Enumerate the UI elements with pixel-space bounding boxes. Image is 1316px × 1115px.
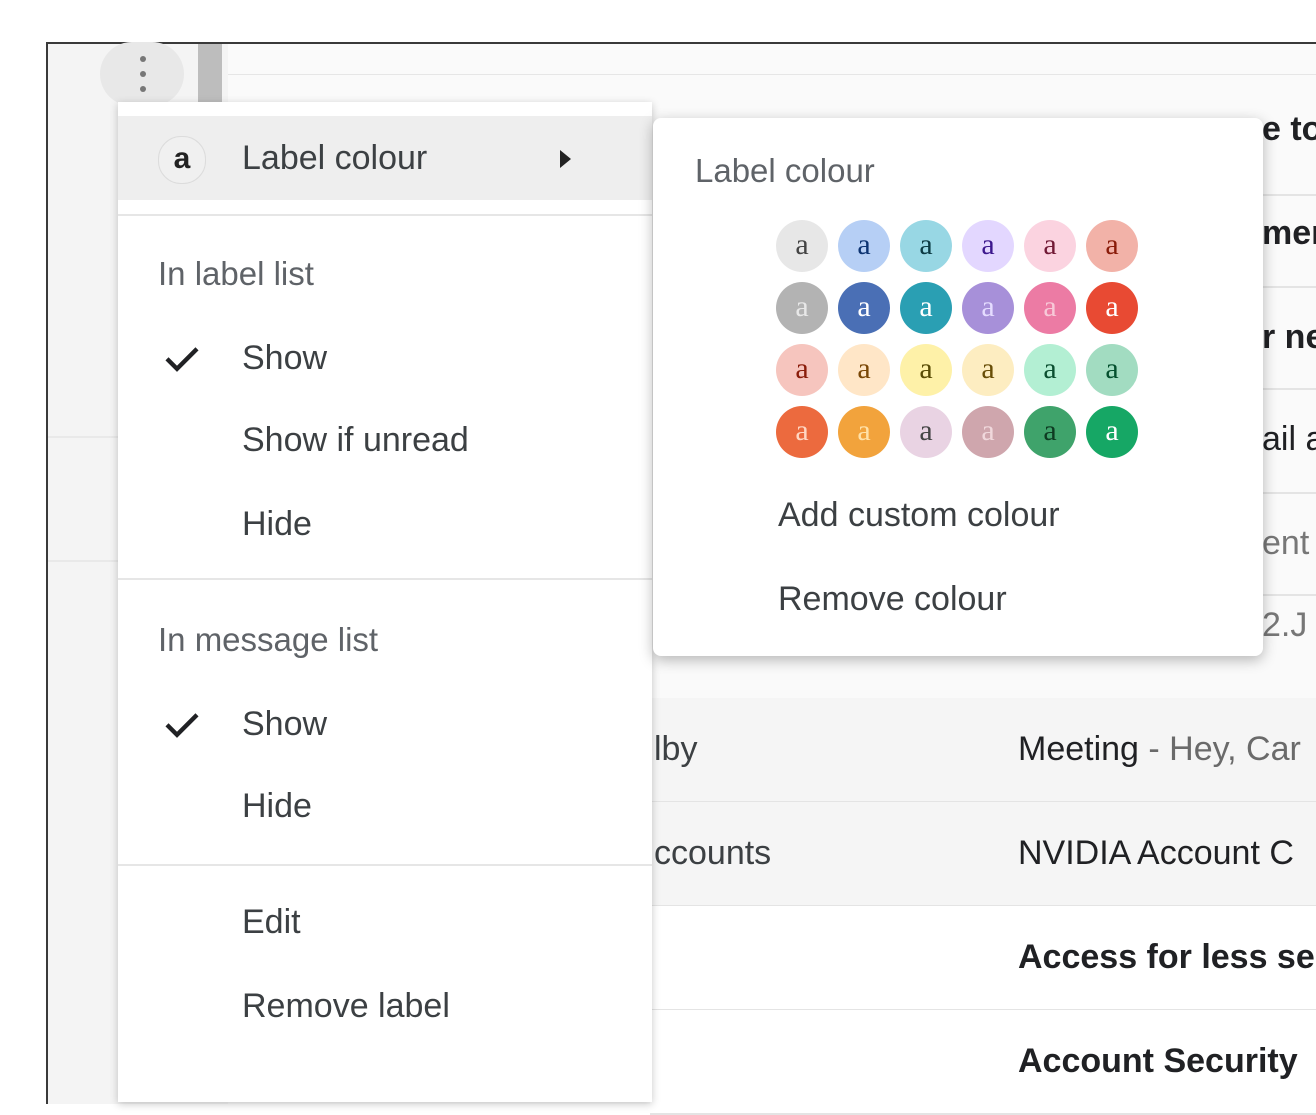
dot bbox=[140, 86, 146, 92]
row-divider bbox=[1262, 388, 1316, 390]
row-subject: NVIDIA Account C bbox=[1018, 834, 1294, 872]
colour-swatch[interactable]: a bbox=[1024, 220, 1076, 272]
row-subject: Meeting - Hey, Car bbox=[1018, 698, 1301, 801]
colour-swatch[interactable]: a bbox=[900, 282, 952, 334]
message-row[interactable]: Account Security bbox=[650, 1010, 1316, 1115]
dot bbox=[140, 71, 146, 77]
submenu-title: Label colour bbox=[695, 152, 875, 189]
add-custom-colour-button[interactable]: Add custom colour bbox=[778, 496, 1060, 535]
row-divider bbox=[1262, 594, 1316, 596]
checkmark-icon bbox=[165, 347, 199, 372]
colour-swatch[interactable]: a bbox=[1086, 406, 1138, 458]
menu-item-label-list-hide[interactable]: Hide bbox=[118, 482, 652, 566]
colour-swatch[interactable]: a bbox=[962, 344, 1014, 396]
colour-swatch[interactable]: a bbox=[1086, 220, 1138, 272]
menu-item-label: Remove label bbox=[242, 987, 450, 1025]
menu-item-label: Show bbox=[242, 339, 328, 377]
menu-item-label-list-show[interactable]: Show bbox=[118, 316, 652, 400]
row-sender: ccounts bbox=[654, 834, 772, 872]
colour-swatch[interactable]: a bbox=[900, 344, 952, 396]
dot bbox=[140, 56, 146, 62]
colour-swatch[interactable]: a bbox=[838, 282, 890, 334]
colour-swatch[interactable]: a bbox=[776, 220, 828, 272]
menu-item-label-colour[interactable]: a Label colour bbox=[118, 116, 652, 200]
checkmark-icon bbox=[165, 713, 199, 738]
menu-item-label: Show bbox=[242, 705, 328, 743]
background-text-fragment: ent bbox=[1262, 524, 1310, 562]
colour-swatch[interactable]: a bbox=[838, 344, 890, 396]
menu-divider bbox=[118, 864, 652, 866]
message-row[interactable]: lby Meeting - Hey, Car bbox=[650, 698, 1316, 803]
colour-swatch[interactable]: a bbox=[776, 344, 828, 396]
colour-swatch[interactable]: a bbox=[1086, 282, 1138, 334]
row-divider bbox=[1262, 492, 1316, 494]
colour-swatch[interactable]: a bbox=[776, 282, 828, 334]
menu-item-message-list-show[interactable]: Show bbox=[118, 682, 652, 766]
section-heading-label-list: In label list bbox=[158, 255, 314, 292]
menu-divider bbox=[118, 578, 652, 580]
menu-item-edit[interactable]: Edit bbox=[118, 880, 652, 964]
row-divider bbox=[1262, 194, 1316, 196]
colour-swatch[interactable]: a bbox=[776, 406, 828, 458]
colour-swatch[interactable]: a bbox=[900, 406, 952, 458]
colour-swatch[interactable]: a bbox=[962, 282, 1014, 334]
message-row[interactable]: Access for less se bbox=[650, 906, 1316, 1011]
message-row[interactable]: ccounts NVIDIA Account C bbox=[650, 802, 1316, 907]
section-heading-message-list: In message list bbox=[158, 621, 379, 658]
menu-divider bbox=[118, 214, 652, 216]
row-subject: Access for less se bbox=[1018, 938, 1315, 976]
background-text-fragment: 2.J bbox=[1262, 606, 1308, 644]
submenu-arrow-icon bbox=[560, 150, 571, 168]
background-text-fragment: men bbox=[1262, 214, 1316, 252]
label-options-menu: a Label colour In label list Show Show i… bbox=[118, 102, 652, 1102]
row-subject: Account Security bbox=[1018, 1042, 1298, 1080]
colour-swatch[interactable]: a bbox=[962, 406, 1014, 458]
colour-swatch[interactable]: a bbox=[1024, 406, 1076, 458]
colour-swatch[interactable]: a bbox=[1024, 282, 1076, 334]
remove-colour-button[interactable]: Remove colour bbox=[778, 580, 1007, 619]
toolbar-divider bbox=[228, 74, 1316, 75]
menu-item-label: Edit bbox=[242, 903, 301, 941]
menu-item-label: Hide bbox=[242, 787, 312, 825]
row-snippet: - Hey, Car bbox=[1138, 730, 1301, 768]
colour-swatch[interactable]: a bbox=[1024, 344, 1076, 396]
menu-item-remove-label[interactable]: Remove label bbox=[118, 964, 652, 1048]
label-colour-chip: a bbox=[158, 136, 206, 184]
background-text-fragment: ail a bbox=[1262, 420, 1316, 458]
row-subject-text: Meeting bbox=[1018, 730, 1139, 768]
row-sender: lby bbox=[654, 730, 698, 768]
colour-swatch[interactable]: a bbox=[838, 220, 890, 272]
colour-swatch[interactable]: a bbox=[900, 220, 952, 272]
menu-item-label: Show if unread bbox=[242, 421, 469, 459]
row-divider bbox=[1262, 286, 1316, 288]
label-colour-submenu: Label colour aaaaaaaaaaaaaaaaaaaaaaaa Ad… bbox=[653, 118, 1263, 656]
more-options-icon[interactable] bbox=[100, 42, 184, 106]
menu-item-message-list-hide[interactable]: Hide bbox=[118, 764, 652, 848]
colour-swatch[interactable]: a bbox=[1086, 344, 1138, 396]
menu-item-label-list-show-if-unread[interactable]: Show if unread bbox=[118, 398, 652, 482]
background-text-fragment: r ne bbox=[1262, 318, 1316, 356]
colour-swatch[interactable]: a bbox=[838, 406, 890, 458]
scrollbar-handle[interactable] bbox=[198, 44, 222, 104]
menu-item-label: Label colour bbox=[242, 139, 428, 177]
menu-item-label: Hide bbox=[242, 505, 312, 543]
colour-swatch[interactable]: a bbox=[962, 220, 1014, 272]
background-text-fragment: e to bbox=[1262, 110, 1316, 148]
